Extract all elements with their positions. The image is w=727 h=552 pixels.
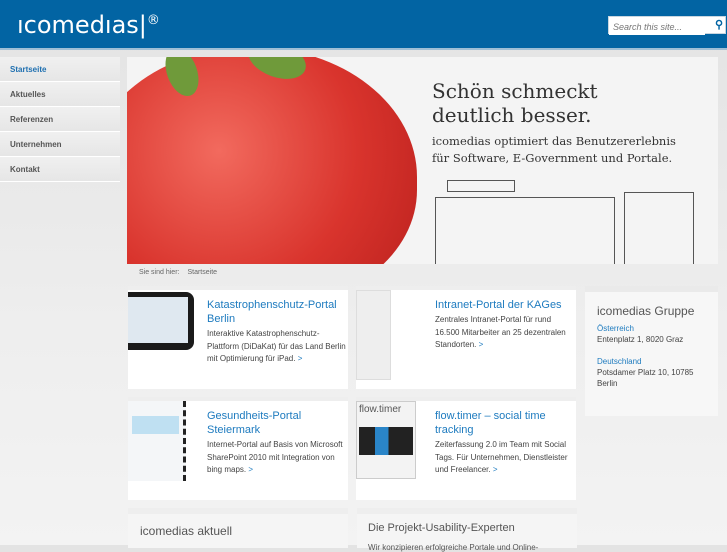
search-box: ⚲ [608, 16, 726, 35]
breadcrumb: Sie sind hier: Startseite [139, 269, 225, 276]
flowtimer-logo: flow.timer [359, 404, 402, 415]
logo[interactable]: ıcomedıas|® [17, 11, 160, 39]
ipad-image [128, 292, 194, 350]
more-link[interactable]: > [479, 340, 484, 349]
experts-title: Die Projekt-Usability-Experten [368, 522, 515, 534]
logo-text: ıcomedıas| [17, 11, 147, 39]
logo-mark: ® [146, 13, 160, 28]
card-title[interactable]: Gesundheits-Portal Steiermark [207, 409, 347, 437]
headline-line: deutlich besser. [432, 103, 592, 127]
headline-line: Schön schmeckt [432, 79, 598, 103]
reference-card[interactable]: Gesundheits-Portal Steiermark Internet-P… [128, 397, 348, 500]
nav-item-kontakt[interactable]: Kontakt [0, 157, 120, 182]
nav-item-startseite[interactable]: Startseite [0, 57, 120, 82]
hero-subline: icomedias optimiert das Benutzererlebnis… [432, 133, 676, 167]
location-austria-link[interactable]: Österreich [597, 323, 706, 334]
card-title[interactable]: flow.timer – social time tracking [435, 409, 575, 437]
location-germany-link[interactable]: Deutschland [597, 356, 706, 367]
experts-box: Die Projekt-Usability-Experten Wir konzi… [357, 508, 577, 552]
more-link[interactable]: > [248, 465, 253, 474]
experts-text: Wir konzipieren erfolgreiche Portale und… [368, 543, 539, 552]
location-address: Entenplatz 1, 8020 Graz [597, 335, 684, 344]
sidebar-nav: Startseite Aktuelles Referenzen Unterneh… [0, 57, 120, 182]
search-input[interactable] [609, 19, 705, 35]
card-title[interactable]: Katastrophenschutz-Portal Berlin [207, 298, 347, 326]
notebook-sketch-image [128, 401, 186, 481]
sketch [435, 197, 615, 264]
nav-item-referenzen[interactable]: Referenzen [0, 107, 120, 132]
more-link[interactable]: > [493, 465, 498, 474]
news-box: icomedias aktuell [128, 508, 348, 548]
intranet-screenshot [356, 290, 391, 380]
flowtimer-box-image: flow.timer [356, 401, 416, 479]
hero-headline: Schön schmeckt deutlich besser. [432, 79, 598, 127]
breadcrumb-label: Sie sind hier: [139, 269, 180, 276]
sketch [624, 192, 694, 264]
card-text: Zeiterfassung 2.0 im Team mit Social Tag… [435, 439, 575, 477]
card-desc: Zeiterfassung 2.0 im Team mit Social Tag… [435, 440, 568, 474]
card-desc: Internet-Portal auf Basis von Microsoft … [207, 440, 343, 474]
company-group-box: icomedias Gruppe Österreich Entenplatz 1… [585, 286, 718, 416]
group-title: icomedias Gruppe [597, 304, 695, 318]
card-title[interactable]: Intranet-Portal der KAGes [435, 298, 575, 312]
nav-item-aktuelles[interactable]: Aktuelles [0, 82, 120, 107]
news-title: icomedias aktuell [140, 524, 233, 538]
breadcrumb-current[interactable]: Startseite [187, 269, 217, 276]
strawberry-image [127, 57, 417, 264]
header: ıcomedıas|® ⚲ [0, 0, 727, 50]
more-link[interactable]: > [298, 354, 303, 363]
card-desc: Zentrales Intranet-Portal für rund 16.50… [435, 315, 566, 349]
search-icon[interactable]: ⚲ [715, 18, 723, 31]
location-address: Potsdamer Platz 10, 10785 Berlin [597, 368, 694, 388]
card-text: Zentrales Intranet-Portal für rund 16.50… [435, 314, 575, 352]
subline-line: für Software, E-Government und Portale. [432, 151, 673, 165]
reference-card[interactable]: flow.timer flow.timer – social time trac… [356, 397, 576, 500]
nav-item-unternehmen[interactable]: Unternehmen [0, 132, 120, 157]
hero-banner: Schön schmeckt deutlich besser. icomedias… [127, 57, 718, 264]
card-desc: Interaktive Katastrophenschutz-Plattform… [207, 329, 346, 363]
sketch [447, 180, 515, 192]
card-text: Interaktive Katastrophenschutz-Plattform… [207, 328, 347, 366]
subline-line: icomedias optimiert das Benutzererlebnis [432, 134, 676, 148]
reference-card[interactable]: Intranet-Portal der KAGes Zentrales Intr… [356, 286, 576, 389]
card-text: Internet-Portal auf Basis von Microsoft … [207, 439, 347, 477]
reference-card[interactable]: Katastrophenschutz-Portal Berlin Interak… [128, 286, 348, 389]
